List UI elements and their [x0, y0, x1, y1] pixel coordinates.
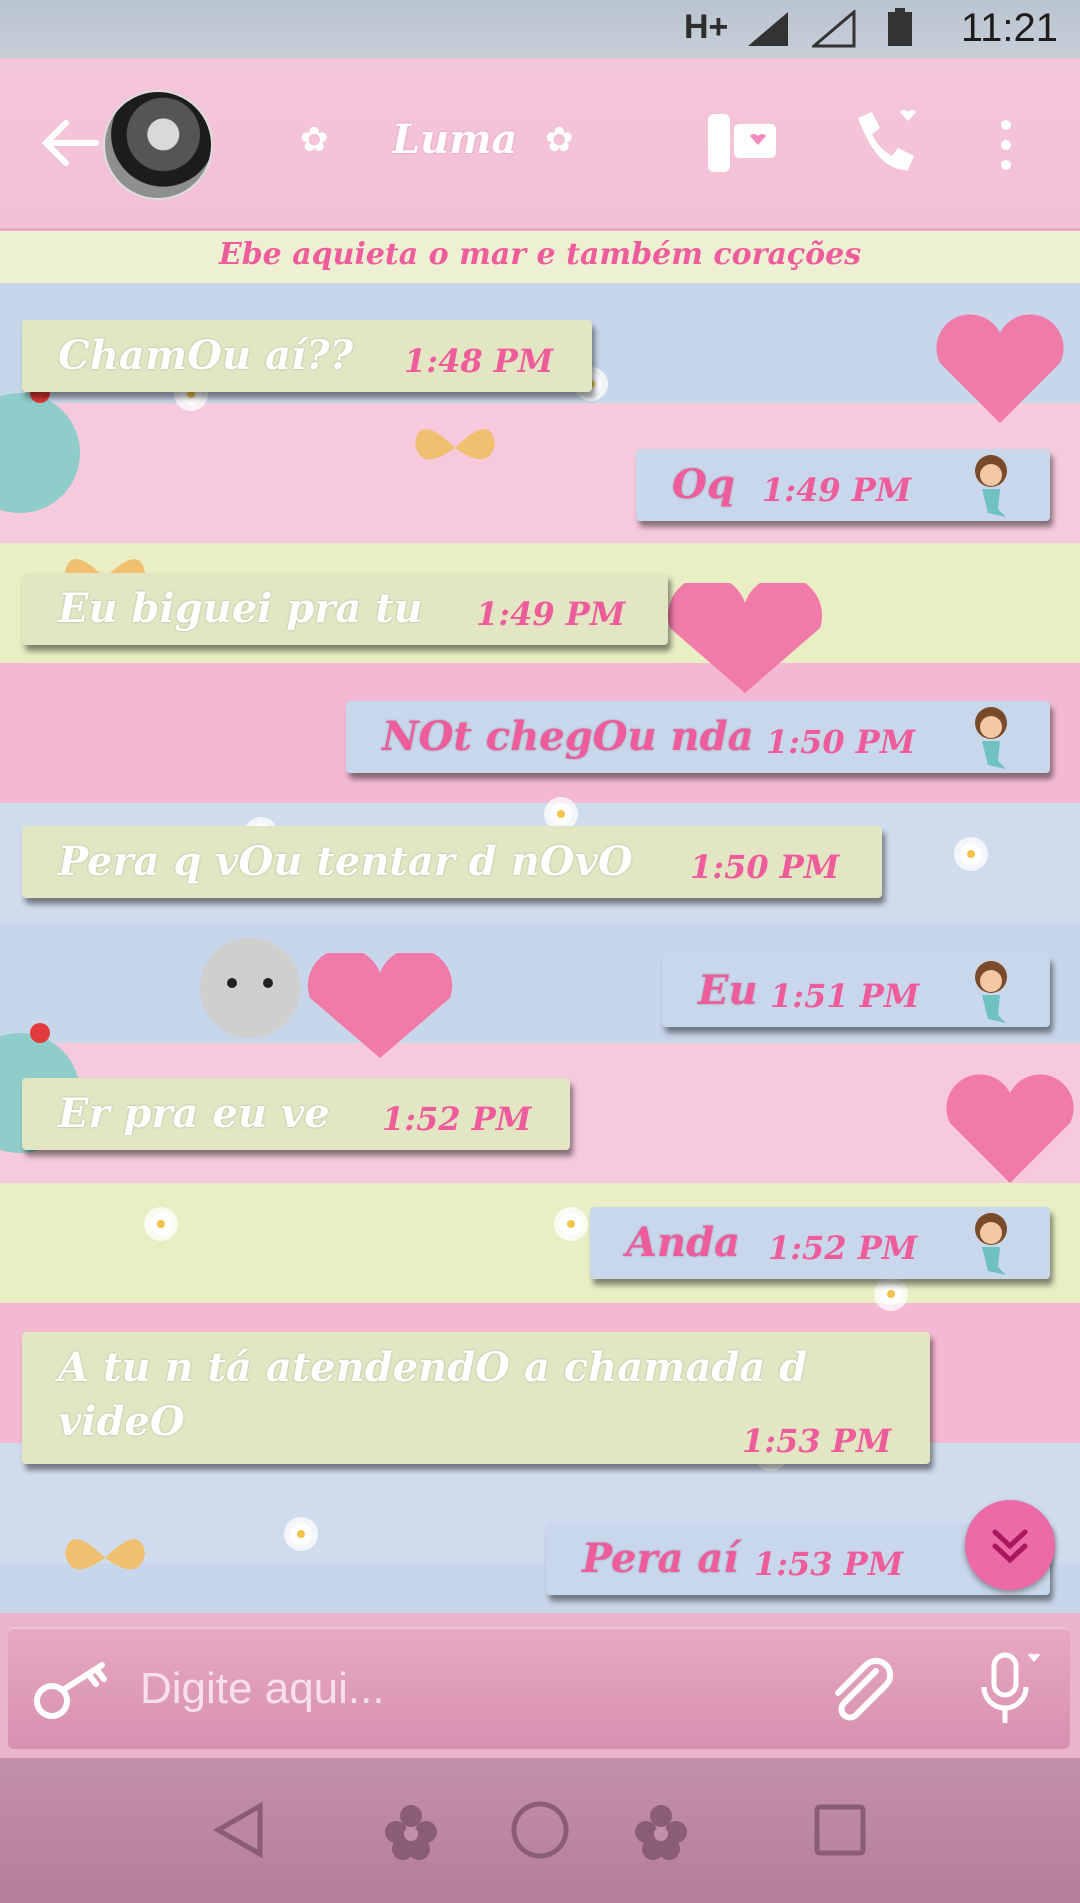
battery-icon [888, 8, 912, 46]
phone-call-icon[interactable] [848, 106, 924, 180]
flower-icon: ✿ [545, 120, 574, 160]
message-time: 1:53 PM [754, 1545, 904, 1583]
message-text: Eu biguei pra tu [58, 585, 423, 632]
nav-recents-icon[interactable] [812, 1802, 868, 1858]
flower-icon: ✿ [300, 120, 329, 160]
daisy-icon [550, 803, 572, 825]
mermaid-sticker-icon [975, 455, 1007, 517]
message-time: 1:51 PM [770, 977, 920, 1015]
message-time: 1:49 PM [762, 471, 912, 509]
contact-status: Ebe aquieta o mar e também corações [218, 237, 862, 272]
message-time: 1:48 PM [404, 342, 554, 380]
message-incoming[interactable]: Eu biguei pra tu 1:49 PM [22, 573, 668, 645]
daisy-icon [290, 1523, 312, 1545]
message-text: A tu n tá atendendO a chamada d [58, 1344, 808, 1391]
microphone-icon[interactable] [974, 1649, 1044, 1729]
system-nav-bar [0, 1758, 1080, 1903]
mermaid-sticker-icon [975, 1213, 1007, 1275]
signal-empty-icon [812, 10, 856, 48]
butterfly-icon [415, 429, 495, 460]
signal-icon [748, 12, 788, 46]
message-incoming[interactable]: Pera q vOu tentar d nOvO 1:50 PM [22, 826, 882, 898]
butterfly-icon [65, 1539, 145, 1570]
daisy-icon [880, 1283, 902, 1305]
more-options-icon[interactable] [998, 118, 1014, 172]
message-time: 1:52 PM [768, 1229, 918, 1267]
video-call-icon[interactable] [706, 106, 778, 178]
message-outgoing[interactable]: Anda 1:52 PM [590, 1207, 1050, 1279]
back-arrow-icon[interactable] [40, 118, 100, 168]
message-text: Oq [672, 461, 735, 508]
heart-icon [936, 314, 1064, 423]
scroll-down-button[interactable] [965, 1500, 1055, 1590]
clock: 11:21 [960, 6, 1058, 50]
message-text: NOt chegOu nda [382, 713, 754, 760]
message-outgoing[interactable]: Oq 1:49 PM [636, 449, 1050, 521]
message-text-line2: videO [58, 1398, 185, 1445]
message-time: 1:49 PM [476, 595, 626, 633]
message-text: Pera aí [582, 1535, 739, 1582]
cat-icon [200, 938, 300, 1038]
message-outgoing[interactable]: Eu 1:51 PM [662, 955, 1050, 1027]
flower-icon [385, 1805, 437, 1860]
message-text: ChamOu aí?? [58, 332, 353, 379]
contact-name[interactable]: Luma [392, 116, 517, 163]
key-icon[interactable] [32, 1657, 114, 1723]
daisy-icon [150, 1213, 172, 1235]
double-chevron-down-icon [992, 1529, 1028, 1564]
heart-icon [668, 583, 822, 693]
message-time: 1:53 PM [742, 1422, 892, 1460]
attach-icon[interactable] [826, 1657, 896, 1727]
chat-area[interactable]: ChamOu aí?? 1:48 PM Oq 1:49 PM Eu biguei… [0, 283, 1080, 1613]
network-type: H+ [684, 8, 729, 46]
message-incoming[interactable]: A tu n tá atendendO a chamada d videO 1:… [22, 1332, 930, 1464]
message-text: Anda [626, 1219, 741, 1266]
message-text: Er pra eu ve [58, 1090, 330, 1137]
message-text: Pera q vOu tentar d nOvO [58, 838, 633, 885]
status-bar: H+ 11:21 [0, 0, 1080, 58]
message-outgoing[interactable]: NOt chegOu nda 1:50 PM [346, 701, 1050, 773]
heart-icon [307, 953, 453, 1058]
message-input[interactable] [138, 1655, 782, 1723]
contact-status-bar: Ebe aquieta o mar e também corações [0, 231, 1080, 283]
message-incoming[interactable]: ChamOu aí?? 1:48 PM [22, 320, 592, 392]
message-text: Eu [698, 967, 758, 1014]
nav-home-icon[interactable] [508, 1798, 572, 1862]
message-incoming[interactable]: Er pra eu ve 1:52 PM [22, 1078, 570, 1150]
daisy-icon [960, 843, 982, 865]
message-time: 1:50 PM [766, 723, 916, 761]
message-time: 1:50 PM [690, 848, 840, 886]
message-input-bar [8, 1627, 1070, 1749]
heart-icon [946, 1074, 1074, 1183]
mermaid-sticker-icon [975, 707, 1007, 769]
flower-icon [635, 1805, 687, 1860]
nav-back-icon[interactable] [210, 1800, 266, 1860]
chat-header: ✿ Luma ✿ [0, 58, 1080, 231]
daisy-icon [560, 1213, 582, 1235]
contact-avatar[interactable] [103, 90, 213, 200]
mermaid-sticker-icon [975, 961, 1007, 1023]
message-time: 1:52 PM [382, 1100, 532, 1138]
composer [0, 1613, 1080, 1758]
